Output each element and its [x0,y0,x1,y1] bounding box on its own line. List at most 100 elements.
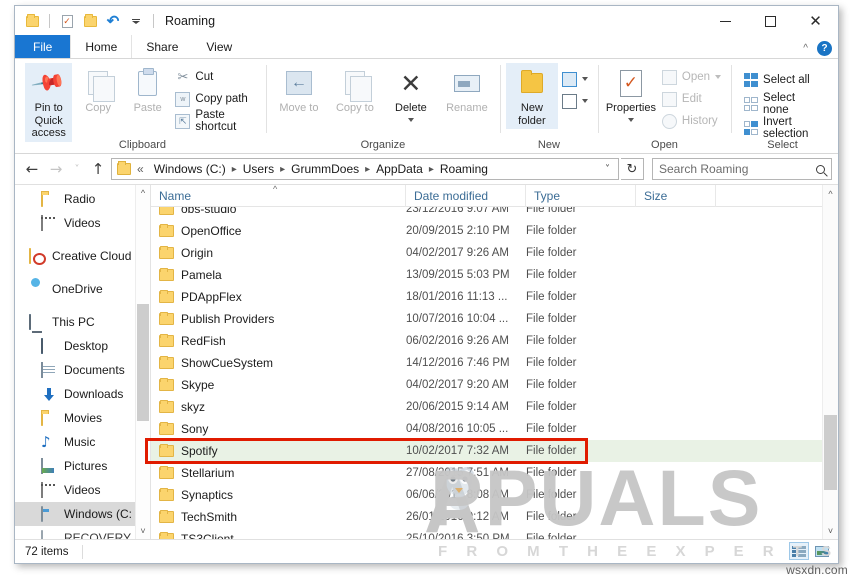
sidebar-item-documents[interactable]: Documents [15,358,150,382]
sidebar-item-radio[interactable]: Radio [15,187,150,211]
scroll-down-icon[interactable]: ˅ [823,522,838,539]
table-row[interactable]: Stellarium 27/08/2015 7:51 AM File folde… [151,462,838,484]
tab-view[interactable]: View [192,35,246,58]
scrollbar-thumb[interactable] [137,304,149,421]
tab-share[interactable]: Share [132,35,192,58]
sidebar-item-music[interactable]: ♪ Music [15,430,150,454]
breadcrumb-item-users[interactable]: Users [239,162,278,176]
sidebar-item-creative-cloud[interactable]: Creative Cloud Fil [15,244,150,268]
scroll-down-icon[interactable]: ˅ [136,523,150,539]
breadcrumb-item-roaming[interactable]: Roaming [436,162,492,176]
table-row[interactable]: Origin 04/02/2017 9:26 AM File folder [151,242,838,264]
table-row[interactable]: RedFish 06/02/2016 9:26 AM File folder [151,330,838,352]
table-row[interactable]: ShowCueSystem 14/12/2016 7:46 PM File fo… [151,352,838,374]
help-icon[interactable]: ? [817,41,832,56]
forward-button[interactable]: → [45,158,67,180]
select-all-button[interactable]: Select all [741,70,824,90]
cut-button[interactable]: ✂ Cut [173,67,260,87]
paste-button[interactable]: Paste [124,63,171,117]
qat-customize-button[interactable] [127,12,145,30]
file-list-scrollbar[interactable]: ^ ˅ [822,185,838,539]
breadcrumb-item-appdata[interactable]: AppData [372,162,427,176]
breadcrumb-separator-icon-3[interactable]: ▸ [365,164,370,175]
column-header-type[interactable]: Type [526,185,636,207]
delete-button[interactable]: ✕ Delete [384,63,438,124]
table-row-spotify[interactable]: Spotify 10/02/2017 7:32 AM File folder [151,440,838,462]
sidebar-item-videos-2[interactable]: Videos [15,478,150,502]
sidebar-item-windows-c[interactable]: Windows (C: [15,502,150,526]
sidebar-item-videos[interactable]: Videos [15,211,150,235]
table-row[interactable]: skyz 20/06/2015 9:14 AM File folder [151,396,838,418]
sidebar-item-downloads[interactable]: Downloads [15,382,150,406]
breadcrumb-overflow[interactable]: « [133,162,148,176]
chevron-up-icon[interactable]: ^ [803,43,808,54]
open-button[interactable]: Open [660,67,725,87]
history-button[interactable]: History [660,111,725,131]
table-row[interactable]: OpenOffice 20/09/2015 2:10 PM File folde… [151,220,838,242]
scroll-up-icon[interactable]: ^ [823,185,838,202]
column-header-date-modified[interactable]: Date modified [406,185,526,207]
breadcrumb-separator-icon[interactable]: ▸ [232,164,237,175]
select-none-button[interactable]: Select none [741,94,824,114]
qat-properties-button[interactable]: ✓ [58,12,76,30]
table-row[interactable]: TS3Client 25/10/2016 3:50 PM File folder [151,528,838,539]
table-row[interactable]: TechSmith 26/01/2016 9:12 AM File folder [151,506,838,528]
refresh-button[interactable]: ↻ [621,158,644,180]
close-button[interactable]: ✕ [793,6,838,36]
table-row[interactable]: Skype 04/02/2017 9:20 AM File folder [151,374,838,396]
delete-dropdown-icon[interactable] [408,118,414,122]
copy-to-button[interactable]: Copy to [328,63,382,117]
scroll-up-icon[interactable]: ^ [136,185,150,201]
details-view-button[interactable] [789,542,809,560]
search-input[interactable]: Search Roaming [652,158,832,180]
sidebar-item-desktop[interactable]: Desktop [15,334,150,358]
table-row[interactable]: Publish Providers 10/07/2016 10:04 ... F… [151,308,838,330]
recent-locations-button[interactable]: ˅ [69,158,85,180]
breadcrumb-item-grummdoes[interactable]: GrummDoes [287,162,363,176]
table-row[interactable]: Synaptics 06/06/2015 8:08 AM File folder [151,484,838,506]
table-row[interactable]: PDAppFlex 18/01/2016 11:13 ... File fold… [151,286,838,308]
breadcrumb[interactable]: « Windows (C:) ▸ Users ▸ GrummDoes ▸ App… [111,158,619,180]
sidebar-item-pictures[interactable]: Pictures [15,454,150,478]
tab-file[interactable]: File [15,35,70,58]
table-row[interactable]: Pamela 13/09/2015 5:03 PM File folder [151,264,838,286]
qat-new-folder-button[interactable] [81,12,99,30]
qat-folder-button[interactable] [23,12,41,30]
maximize-button[interactable] [748,6,793,36]
edit-button[interactable]: Edit [660,89,725,109]
paste-shortcut-button[interactable]: ⇱ Paste shortcut [173,111,260,131]
sidebar-item-recovery[interactable]: RECOVERY ( [15,526,150,539]
properties-dropdown-icon[interactable] [628,118,634,122]
sidebar-item-movies[interactable]: Movies [15,406,150,430]
new-item-button[interactable] [560,69,592,89]
up-button[interactable]: ↑ [87,158,109,180]
copy-button[interactable]: Copy [74,63,121,117]
table-row[interactable]: Sony 04/08/2016 10:05 ... File folder [151,418,838,440]
table-row[interactable]: obs-studio 23/12/2016 9:07 AM File folde… [151,207,838,220]
breadcrumb-separator-icon-2[interactable]: ▸ [280,164,285,175]
move-to-button[interactable]: Move to [272,63,326,117]
navigation-pane-scrollbar[interactable]: ^ ˅ [135,185,150,539]
invert-selection-button[interactable]: Invert selection [741,118,824,138]
easy-access-button[interactable] [560,91,592,111]
pin-to-quick-access-button[interactable]: 📌 Pin to Quick access [25,63,72,142]
tab-home[interactable]: Home [70,35,132,58]
column-header-name[interactable]: ^ Name [151,185,406,207]
column-header-size[interactable]: Size [636,185,716,207]
breadcrumb-item-windows-c[interactable]: Windows (C:) [150,162,230,176]
sidebar-item-onedrive[interactable]: OneDrive [15,277,150,301]
qat-undo-button[interactable]: ↶ [104,12,122,30]
sidebar-item-this-pc[interactable]: This PC [15,310,150,334]
minimize-button[interactable] [703,6,748,36]
properties-button[interactable]: Properties [604,63,658,124]
copy-path-button[interactable]: w Copy path [173,89,260,109]
new-item-dropdown-icon[interactable] [582,77,588,81]
back-button[interactable]: ← [21,158,43,180]
scrollbar-thumb[interactable] [824,415,837,490]
new-folder-button[interactable]: New folder [506,63,558,129]
large-icons-view-button[interactable] [812,542,832,560]
breadcrumb-dropdown-icon[interactable]: ˅ [600,164,615,175]
easy-access-dropdown-icon[interactable] [582,99,588,103]
breadcrumb-separator-icon-4[interactable]: ▸ [429,164,434,175]
open-dropdown-icon[interactable] [715,75,721,79]
